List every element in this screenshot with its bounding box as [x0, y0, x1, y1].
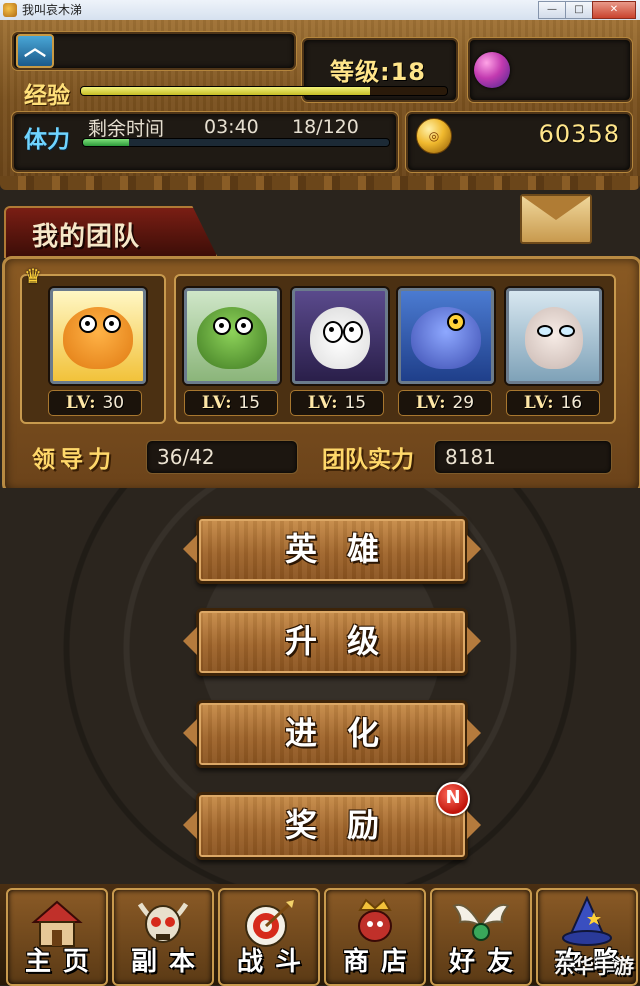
hero-portrait-member-2[interactable] — [292, 288, 388, 384]
minimize-button[interactable]: — — [538, 1, 566, 19]
leadership-label: 领导力 — [32, 447, 116, 473]
nav-label: 好友 — [448, 947, 525, 977]
player-name-box — [12, 32, 296, 70]
leadership-value: 36/42 — [146, 440, 298, 474]
team-title: 我的团队 — [32, 222, 141, 252]
exp-bar — [80, 86, 448, 96]
member-level-badge: LV: 15 — [290, 390, 384, 416]
stamina-timer-label: 剩余时间 — [88, 118, 165, 140]
hero-portrait-leader[interactable] — [50, 288, 146, 384]
rewards-button[interactable]: 奖励 — [183, 792, 481, 860]
hero-portrait-member-1[interactable] — [184, 288, 280, 384]
nav-battle[interactable]: 战斗 — [218, 888, 320, 986]
player-level: 等级:18 — [330, 52, 426, 87]
nav-label: 战斗 — [236, 947, 313, 977]
nav-label: 商店 — [342, 947, 419, 977]
stamina-timer: 03:40 — [204, 116, 259, 138]
window-titlebar: 我叫哀木涕 — □ ✕ — [0, 0, 640, 21]
crown-icon: ♛ — [24, 264, 42, 288]
gem-icon[interactable] — [474, 52, 510, 88]
nav-label: 副本 — [130, 947, 207, 977]
orange-dog-face-icon — [63, 306, 133, 369]
coin-icon: ◎ — [416, 118, 452, 154]
heroes-button[interactable]: 英雄 — [183, 516, 481, 584]
blue-murloc-face-icon — [411, 306, 481, 369]
nav-friends[interactable]: 好友 — [430, 888, 532, 986]
green-orc-face-icon — [197, 306, 267, 369]
member-level-badge: LV: 16 — [506, 390, 600, 416]
member-level-badge: LV: 15 — [184, 390, 278, 416]
hero-portrait-member-4[interactable] — [506, 288, 602, 384]
leader-level-badge: LV: 30 — [48, 390, 142, 416]
level-value: 18 — [390, 58, 427, 86]
app-icon — [3, 3, 17, 17]
gold-amount: 60358 — [538, 120, 620, 148]
maximize-button[interactable]: □ — [565, 1, 593, 19]
stamina-bar — [82, 138, 390, 147]
nav-home[interactable]: 主页 — [6, 888, 108, 986]
stamina-label: 体力 — [24, 127, 70, 153]
nav-dungeon[interactable]: 副本 — [112, 888, 214, 986]
level-label: 等级: — [330, 58, 391, 86]
stamina-bar-fill — [83, 139, 129, 146]
close-button[interactable]: ✕ — [592, 1, 636, 19]
window-controls: — □ ✕ — [538, 1, 636, 19]
expand-up-button[interactable]: ︿ — [16, 34, 54, 68]
mail-icon[interactable] — [520, 194, 592, 244]
watermark: 东华手游 — [554, 954, 634, 978]
new-badge: N — [436, 782, 470, 816]
team-power-value: 8181 — [434, 440, 612, 474]
stamina-count: 18/120 — [292, 116, 359, 138]
hero-portrait-member-3[interactable] — [398, 288, 494, 384]
evolve-button[interactable]: 进化 — [183, 700, 481, 768]
member-level-badge: LV: 29 — [398, 390, 492, 416]
upgrade-button[interactable]: 升级 — [183, 608, 481, 676]
exp-bar-fill — [81, 87, 371, 95]
window-title: 我叫哀木涕 — [22, 3, 83, 17]
silver-hair-elf-face-icon — [525, 306, 583, 369]
team-power-label: 团队实力 — [322, 447, 414, 473]
exp-label: 经验 — [24, 83, 70, 109]
nav-label: 主页 — [24, 947, 101, 977]
nav-shop[interactable]: 商店 — [324, 888, 426, 986]
